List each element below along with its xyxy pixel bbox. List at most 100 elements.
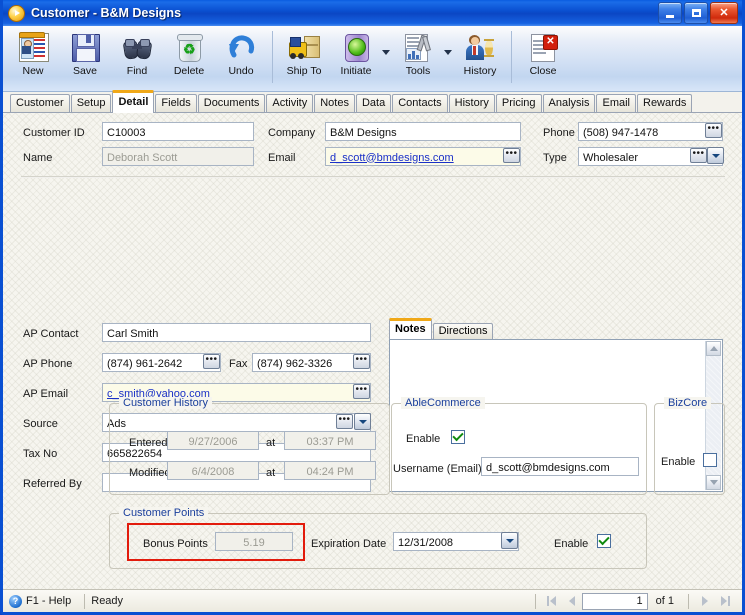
- tab-rewards[interactable]: Rewards: [637, 94, 693, 112]
- customer-id-label: Customer ID: [23, 127, 85, 139]
- tab-customer[interactable]: Customer: [10, 94, 70, 112]
- undo-arrow-icon: [226, 32, 256, 62]
- ablecommerce-enable-label: Enable: [406, 433, 441, 445]
- toolbar-separator-2: [511, 31, 512, 83]
- status-state: Ready: [91, 595, 124, 607]
- type-ellipsis-button[interactable]: •••: [690, 148, 707, 163]
- fax-label: Fax: [229, 358, 248, 370]
- delete-button-label: Delete: [173, 65, 205, 77]
- undo-button[interactable]: Undo: [215, 29, 267, 77]
- page-number-input[interactable]: 1: [581, 592, 648, 610]
- ship-to-button[interactable]: Ship To: [278, 29, 330, 77]
- type-dropdown-button[interactable]: [707, 147, 724, 164]
- points-enable-checkbox[interactable]: [597, 534, 611, 548]
- ship-to-button-label: Ship To: [286, 65, 322, 77]
- title-bar: Customer - B&M Designs ✕: [3, 0, 742, 26]
- detail-form: Customer ID C10003 Company B&M Designs P…: [3, 113, 742, 589]
- status-bar: ? F1 - Help Ready 1 of 1: [3, 589, 742, 612]
- new-button[interactable]: New: [7, 29, 59, 77]
- maximize-button[interactable]: [684, 2, 708, 24]
- customer-points-caption: Customer Points: [119, 507, 209, 519]
- tools-dropdown-arrow-icon[interactable]: [444, 49, 452, 55]
- tab-analysis[interactable]: Analysis: [542, 94, 596, 112]
- scroll-up-icon[interactable]: [706, 341, 721, 356]
- ap-phone-ellipsis-button[interactable]: •••: [203, 354, 220, 369]
- tab-email[interactable]: Email: [596, 94, 636, 112]
- tab-contacts[interactable]: Contacts: [392, 94, 448, 112]
- customer-id-input[interactable]: C10003: [102, 122, 254, 141]
- main-toolbar: New Save Find ♻ Delete Undo Ship To Init…: [3, 26, 742, 92]
- notes-tab-notes[interactable]: Notes: [389, 318, 432, 339]
- help-hint[interactable]: ? F1 - Help: [6, 594, 78, 608]
- modified-time-value: 04:24 PM: [284, 461, 376, 480]
- tab-pricing[interactable]: Pricing: [495, 94, 542, 112]
- page-total-label: of 1: [655, 595, 674, 607]
- phone-input[interactable]: (508) 947-1478: [578, 122, 723, 141]
- tab-documents[interactable]: Documents: [197, 94, 266, 112]
- minimize-button[interactable]: [658, 2, 682, 24]
- company-input[interactable]: B&M Designs: [325, 122, 521, 141]
- bizcore-caption: BizCore: [664, 397, 712, 409]
- previous-record-button[interactable]: [562, 593, 582, 610]
- floppy-disk-icon: [70, 32, 100, 62]
- ablecommerce-enable-checkbox[interactable]: [451, 430, 465, 444]
- fax-ellipsis-button[interactable]: •••: [353, 354, 370, 369]
- initiate-dropdown-arrow-icon[interactable]: [382, 49, 390, 55]
- bonus-points-input[interactable]: 5.19: [215, 532, 293, 551]
- ap-phone-label: AP Phone: [23, 358, 73, 370]
- save-button[interactable]: Save: [59, 29, 111, 77]
- history-button-label: History: [463, 65, 497, 77]
- tab-activity[interactable]: Activity: [266, 94, 314, 112]
- question-circle-icon: ?: [9, 594, 22, 608]
- play-circle-icon: [8, 4, 25, 22]
- notes-tab-directions[interactable]: Directions: [432, 323, 494, 339]
- bizcore-enable-label: Enable: [661, 456, 696, 468]
- ablecommerce-username-input[interactable]: d_scott@bmdesigns.com: [481, 457, 639, 476]
- phone-label: Phone: [543, 127, 575, 139]
- initiate-button[interactable]: Initiate: [330, 29, 382, 77]
- tools-icon: [403, 32, 433, 62]
- nav-separator-right: [688, 593, 689, 609]
- tab-history[interactable]: History: [448, 94, 495, 112]
- tab-notes[interactable]: Notes: [314, 94, 355, 112]
- tab-setup[interactable]: Setup: [70, 94, 112, 112]
- history-button[interactable]: History: [454, 29, 506, 77]
- toolbar-separator: [272, 31, 273, 83]
- undo-button-label: Undo: [228, 65, 254, 77]
- binoculars-icon: [122, 32, 153, 62]
- bizcore-enable-checkbox[interactable]: [703, 453, 717, 467]
- email-link[interactable]: d_scott@bmdesigns.com: [330, 152, 454, 164]
- find-button[interactable]: Find: [111, 29, 163, 77]
- record-tab-strip: Customer Setup Detail Fields Documents A…: [3, 90, 742, 113]
- ap-contact-label: AP Contact: [23, 328, 79, 340]
- customer-history-caption: Customer History: [119, 397, 212, 409]
- ap-email-ellipsis-button[interactable]: •••: [353, 384, 370, 399]
- modified-at-label: at: [266, 467, 276, 479]
- last-record-button[interactable]: [715, 593, 735, 610]
- person-hourglass-icon: [465, 32, 495, 62]
- delete-button[interactable]: ♻ Delete: [163, 29, 215, 77]
- first-record-button[interactable]: [542, 593, 562, 610]
- ap-contact-input[interactable]: Carl Smith: [102, 323, 371, 342]
- ap-email-label: AP Email: [23, 388, 69, 400]
- notes-tab-strip: Notes Directions: [389, 318, 723, 339]
- tools-button-label: Tools: [405, 65, 431, 77]
- email-input[interactable]: d_scott@bmdesigns.com: [325, 147, 521, 166]
- tab-data[interactable]: Data: [355, 94, 392, 112]
- recycle-bin-icon: ♻: [174, 32, 204, 62]
- phone-ellipsis-button[interactable]: •••: [705, 123, 722, 138]
- email-ellipsis-button[interactable]: •••: [503, 148, 520, 163]
- tab-fields[interactable]: Fields: [155, 94, 197, 112]
- tools-button[interactable]: Tools: [392, 29, 444, 77]
- close-window-button[interactable]: ✕: [710, 2, 738, 24]
- expiration-date-dropdown-button[interactable]: [501, 532, 518, 549]
- help-label: F1 - Help: [26, 595, 72, 607]
- bonus-points-label: Bonus Points: [143, 538, 208, 550]
- next-record-button[interactable]: [695, 593, 715, 610]
- name-input[interactable]: Deborah Scott: [102, 147, 254, 166]
- new-record-icon: [18, 32, 49, 62]
- close-button[interactable]: ✕ Close: [517, 29, 569, 77]
- tab-detail[interactable]: Detail: [112, 90, 155, 113]
- entered-at-label: at: [266, 437, 276, 449]
- window-controls: ✕: [658, 2, 740, 24]
